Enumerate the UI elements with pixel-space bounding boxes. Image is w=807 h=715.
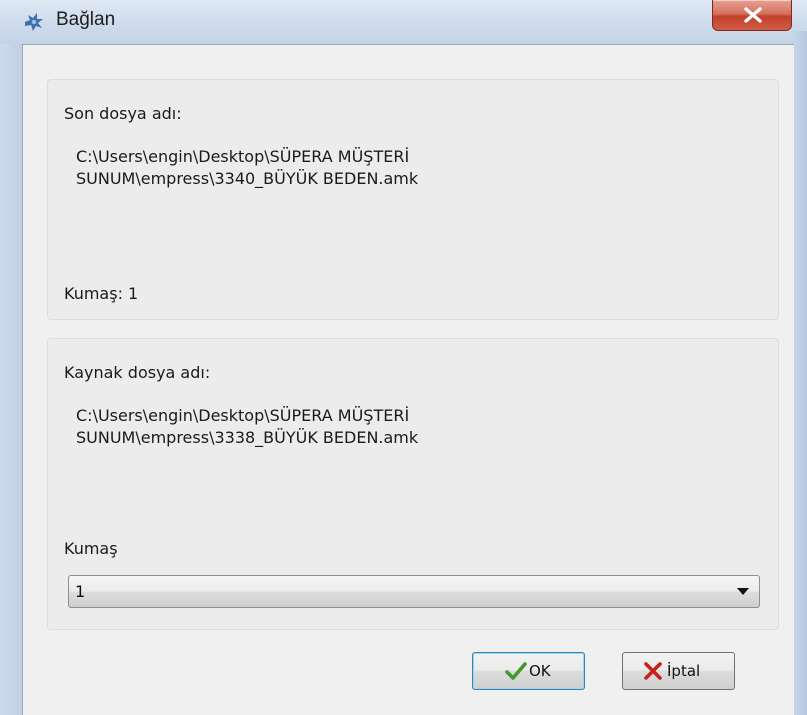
last-file-path-line1: C:\Users\engin\Desktop\SÜPERA MÜŞTERİ [76,147,410,166]
source-file-path: C:\Users\engin\Desktop\SÜPERA MÜŞTERİ SU… [76,405,716,449]
close-button[interactable] [712,0,792,31]
source-file-path-line2: SUNUM\empress\3338_BÜYÜK BEDEN.amk [76,428,419,447]
source-file-path-line1: C:\Users\engin\Desktop\SÜPERA MÜŞTERİ [76,406,410,425]
dialog-window: Bağlan Son dosya adı: C:\Users\engin\Des… [0,0,807,715]
last-file-path: C:\Users\engin\Desktop\SÜPERA MÜŞTERİ SU… [76,146,716,190]
fabric-select-value: 1 [75,582,86,601]
dialog-client-area: Son dosya adı: C:\Users\engin\Desktop\SÜ… [22,44,794,715]
source-file-label: Kaynak dosya adı: [64,363,211,382]
checkmark-icon [505,662,527,684]
source-file-group: Kaynak dosya adı: C:\Users\engin\Desktop… [47,338,779,630]
chevron-down-icon[interactable] [737,588,749,595]
ok-button[interactable]: OK [472,652,585,690]
window-frame-left [0,44,22,715]
fabric-select[interactable]: 1 [68,575,760,608]
last-file-fabric: Kumaş: 1 [64,284,139,303]
window-title: Bağlan [56,9,116,30]
cancel-label: İptal [667,662,701,680]
last-file-label: Son dosya adı: [64,104,182,123]
app-star-icon [22,12,44,32]
title-bar[interactable]: Bağlan [0,0,807,44]
last-file-group: Son dosya adı: C:\Users\engin\Desktop\SÜ… [47,79,779,320]
fabric-label: Kumaş [64,539,118,558]
red-x-icon [643,662,663,684]
ok-label: OK [529,662,551,680]
cancel-button[interactable]: İptal [622,652,735,690]
window-frame-right [794,31,807,715]
last-file-path-line2: SUNUM\empress\3340_BÜYÜK BEDEN.amk [76,169,419,188]
